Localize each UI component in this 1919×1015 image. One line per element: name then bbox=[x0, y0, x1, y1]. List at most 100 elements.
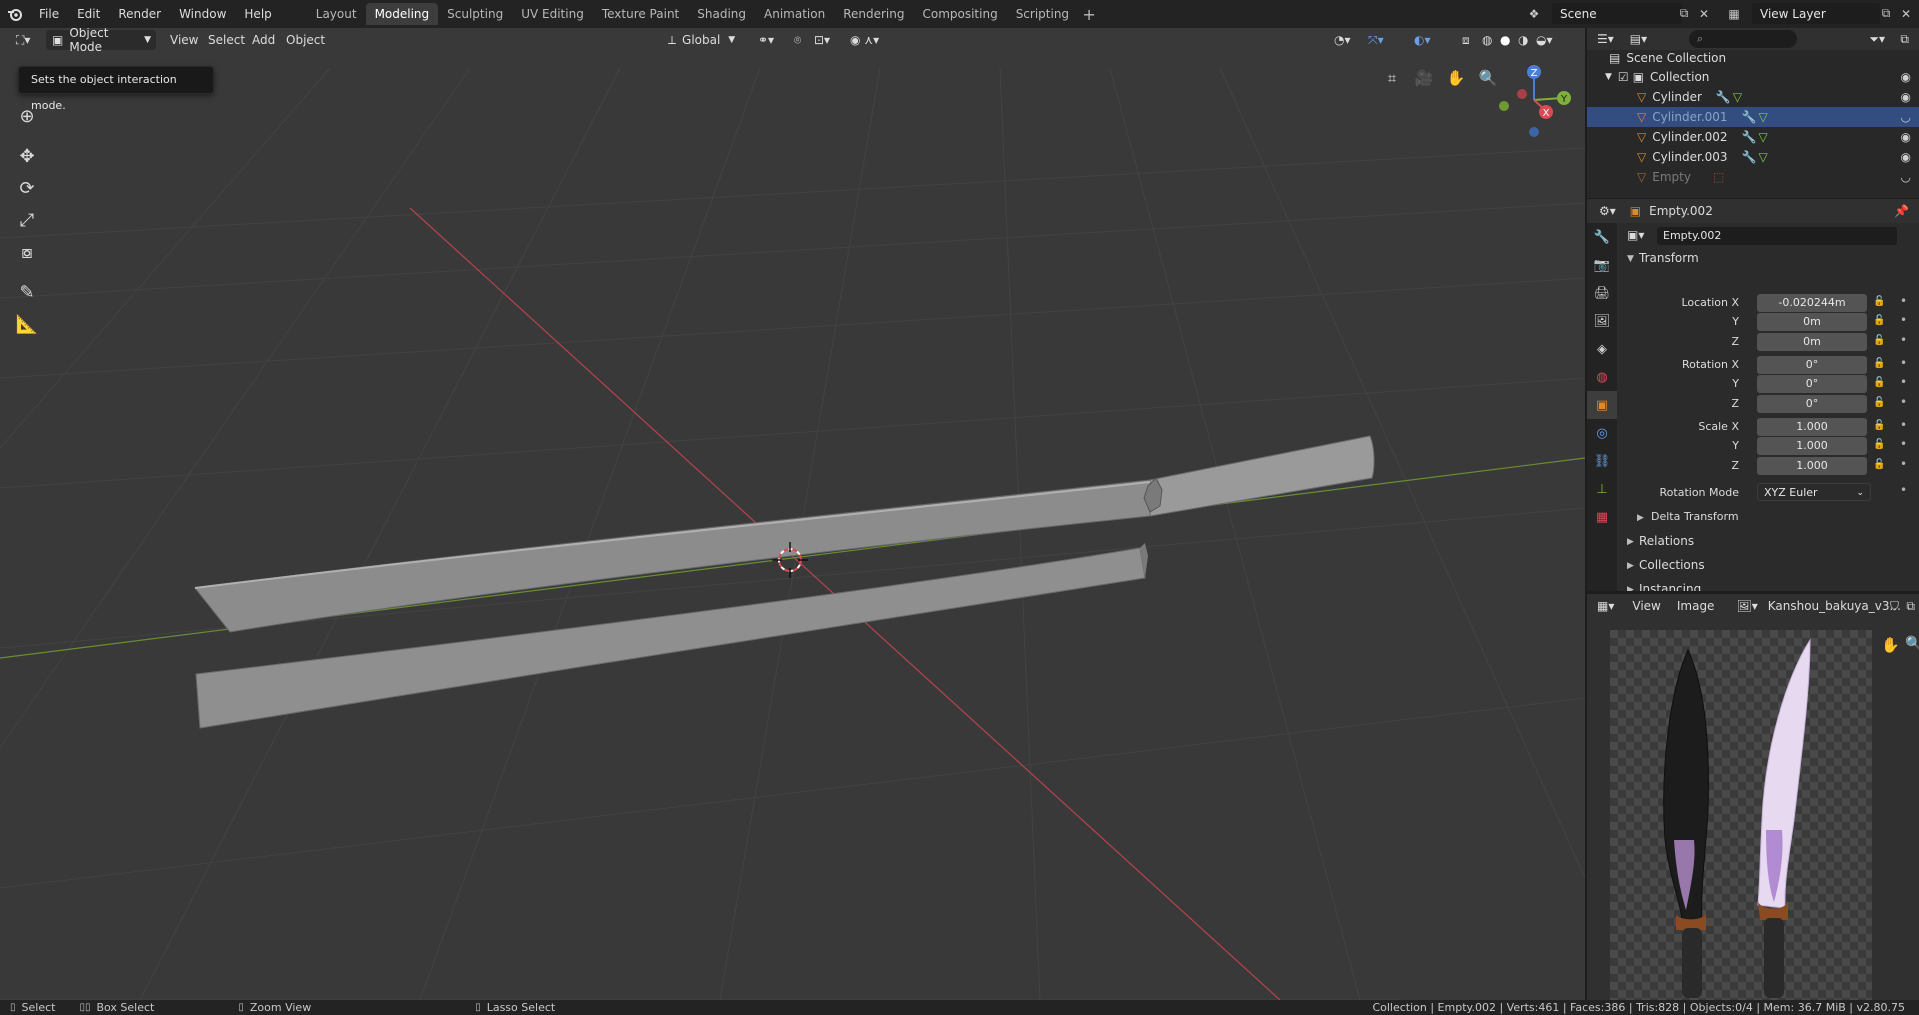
eye-icon[interactable]: ◉ bbox=[1901, 150, 1911, 164]
shading-rendered-icon[interactable]: ◒▾ bbox=[1530, 30, 1559, 50]
tab-world-icon[interactable]: ◍ bbox=[1587, 363, 1617, 391]
tab-rendering[interactable]: Rendering bbox=[834, 3, 913, 25]
view-layer-icon[interactable]: ▦ bbox=[1724, 3, 1744, 24]
lock-icon[interactable]: 🔓 bbox=[1873, 358, 1885, 369]
image-menu-image[interactable]: Image bbox=[1677, 599, 1715, 613]
snap-icon[interactable]: ⌾ bbox=[788, 30, 807, 50]
transform-tool-icon[interactable]: ⧇ bbox=[10, 236, 44, 268]
tab-constraints-icon[interactable]: ⛓ bbox=[1587, 447, 1617, 475]
keyframe-dot-icon[interactable]: • bbox=[1900, 313, 1907, 327]
fake-user-icon[interactable]: ⛉ bbox=[1890, 599, 1899, 614]
eye-closed-icon[interactable]: ◡ bbox=[1901, 110, 1911, 124]
3d-viewport[interactable]: Z Y X ⛶▾ ▣ Object Mode ▼ View Select Add… bbox=[0, 28, 1585, 1000]
viewport-menu-object[interactable]: Object bbox=[280, 30, 331, 50]
keyframe-dot-icon[interactable]: • bbox=[1900, 333, 1907, 347]
menu-file[interactable]: File bbox=[30, 0, 68, 28]
camera-view-icon[interactable]: 🎥 bbox=[1410, 64, 1438, 92]
scale-tool-icon[interactable]: ⤢ bbox=[10, 204, 44, 236]
keyframe-dot-icon[interactable]: • bbox=[1900, 483, 1907, 497]
mode-dropdown[interactable]: ▣ Object Mode ▼ bbox=[46, 28, 156, 54]
move-tool-icon[interactable]: ✥ bbox=[10, 140, 44, 172]
scale-y-field[interactable]: 1.000 bbox=[1757, 437, 1867, 455]
delete-scene-icon[interactable]: ✕ bbox=[1694, 3, 1714, 24]
proportional-edit-icon[interactable]: ◉ ⋏▾ bbox=[844, 30, 885, 50]
blender-logo-icon[interactable] bbox=[0, 0, 30, 28]
tab-texture-icon[interactable]: ▦ bbox=[1587, 503, 1617, 531]
zoom-view-icon[interactable]: 🔍 bbox=[1474, 64, 1502, 92]
tab-object-data-icon[interactable]: ⊥ bbox=[1587, 475, 1617, 503]
tab-scene-icon[interactable]: ◈ bbox=[1587, 335, 1617, 363]
snap-target-icon[interactable]: ⊡▾ bbox=[808, 30, 836, 50]
keyframe-dot-icon[interactable]: • bbox=[1900, 375, 1907, 389]
tab-tool-icon[interactable]: 🔧 bbox=[1587, 223, 1617, 251]
location-z-field[interactable]: 0m bbox=[1757, 333, 1867, 351]
outliner-item-empty[interactable]: ▽ Empty ⬚ ◡ bbox=[1587, 167, 1919, 187]
outliner-item-cylinder-001[interactable]: ▽ Cylinder.001 🔧 ▽ ◡ bbox=[1587, 107, 1919, 127]
editor-type-icon[interactable]: ⛶▾ bbox=[10, 30, 36, 50]
rotation-y-field[interactable]: 0° bbox=[1757, 375, 1867, 393]
image-pan-icon[interactable]: ✋ bbox=[1881, 636, 1900, 654]
new-image-icon[interactable]: ⧉ bbox=[1906, 599, 1915, 614]
tab-animation[interactable]: Animation bbox=[755, 3, 834, 25]
checkbox-icon[interactable]: ☑ bbox=[1618, 70, 1629, 84]
outliner-item-cylinder[interactable]: ▽ Cylinder 🔧 ▽ ◉ bbox=[1587, 87, 1919, 107]
image-menu-view[interactable]: View bbox=[1632, 599, 1660, 613]
eye-icon[interactable]: ◉ bbox=[1901, 90, 1911, 104]
scale-x-field[interactable]: 1.000 bbox=[1757, 418, 1867, 436]
tab-layout[interactable]: Layout bbox=[307, 3, 366, 25]
delta-transform-title[interactable]: Delta Transform bbox=[1651, 510, 1739, 523]
perspective-toggle-icon[interactable]: ⌗ bbox=[1378, 64, 1406, 92]
image-zoom-icon[interactable]: 🔍 bbox=[1905, 636, 1919, 652]
outliner-scene-collection[interactable]: ▤ Scene Collection bbox=[1587, 48, 1919, 68]
tab-uv-editing[interactable]: UV Editing bbox=[512, 3, 593, 25]
menu-render[interactable]: Render bbox=[109, 0, 170, 28]
collections-panel-title[interactable]: Collections bbox=[1639, 558, 1705, 572]
lock-icon[interactable]: 🔓 bbox=[1873, 335, 1885, 346]
visibility-icon[interactable]: ◔▾ bbox=[1328, 30, 1357, 50]
instancing-panel-title[interactable]: Instancing bbox=[1639, 582, 1701, 591]
expand-icon[interactable]: ▼ bbox=[1605, 72, 1612, 82]
rotation-mode-dropdown[interactable]: XYZ Euler ⌄ bbox=[1757, 483, 1871, 501]
viewport-menu-add[interactable]: Add bbox=[246, 30, 281, 50]
outliner-item-cylinder-003[interactable]: ▽ Cylinder.003 🔧 ▽ ◉ bbox=[1587, 147, 1919, 167]
location-x-field[interactable]: -0.020244m bbox=[1757, 294, 1867, 312]
transform-orientation-dropdown[interactable]: ⟂ Global ▼ bbox=[668, 30, 735, 50]
location-y-field[interactable]: 0m bbox=[1757, 313, 1867, 331]
gizmo-neg-z-icon[interactable] bbox=[1529, 127, 1539, 137]
rotation-z-field[interactable]: 0° bbox=[1757, 395, 1867, 413]
keyframe-dot-icon[interactable]: • bbox=[1900, 418, 1907, 432]
eye-icon[interactable]: ◉ bbox=[1901, 130, 1911, 144]
lock-icon[interactable]: 🔓 bbox=[1873, 439, 1885, 450]
xray-icon[interactable]: ⧈ bbox=[1456, 30, 1476, 50]
pan-view-icon[interactable]: ✋ bbox=[1442, 64, 1470, 92]
cursor-tool-icon[interactable]: ⊕ bbox=[10, 100, 44, 132]
outliner-search-input[interactable]: ⌕ bbox=[1689, 30, 1797, 48]
keyframe-dot-icon[interactable]: • bbox=[1900, 437, 1907, 451]
scene-icon[interactable]: ❖ bbox=[1524, 3, 1544, 24]
eye-closed-icon[interactable]: ◡ bbox=[1901, 170, 1911, 184]
view-layer-field[interactable]: View Layer bbox=[1752, 3, 1880, 24]
gizmo-neg-y-icon[interactable] bbox=[1499, 101, 1509, 111]
new-collection-icon[interactable]: ⧉ bbox=[1900, 32, 1909, 47]
delete-view-layer-icon[interactable]: ✕ bbox=[1896, 3, 1916, 24]
gizmo-neg-x-icon[interactable] bbox=[1517, 89, 1527, 99]
lock-icon[interactable]: 🔓 bbox=[1873, 377, 1885, 388]
image-editor-type-icon[interactable]: ▦▾ bbox=[1597, 599, 1614, 613]
keyframe-dot-icon[interactable]: • bbox=[1900, 457, 1907, 471]
new-scene-icon[interactable]: ⧉ bbox=[1674, 3, 1694, 24]
tab-shading[interactable]: Shading bbox=[688, 3, 755, 25]
lock-icon[interactable]: 🔓 bbox=[1873, 296, 1885, 307]
tab-physics-icon[interactable]: ◎ bbox=[1587, 419, 1617, 447]
object-type-icon[interactable]: ▣▾ bbox=[1627, 228, 1644, 242]
tab-scripting[interactable]: Scripting bbox=[1007, 3, 1078, 25]
add-workspace-icon[interactable]: + bbox=[1078, 5, 1100, 24]
tab-modeling[interactable]: Modeling bbox=[365, 3, 439, 25]
tab-sculpting[interactable]: Sculpting bbox=[438, 3, 512, 25]
lock-icon[interactable]: 🔓 bbox=[1873, 459, 1885, 470]
properties-editor-icon[interactable]: ⚙▾ bbox=[1599, 204, 1616, 218]
expand-right-icon[interactable]: ▶ bbox=[1637, 513, 1644, 523]
object-name-field[interactable]: Empty.002 bbox=[1657, 227, 1897, 245]
measure-tool-icon[interactable]: 📐 bbox=[10, 308, 44, 340]
viewport-menu-select[interactable]: Select bbox=[202, 30, 251, 50]
expand-right-icon[interactable]: ▶ bbox=[1627, 561, 1634, 571]
